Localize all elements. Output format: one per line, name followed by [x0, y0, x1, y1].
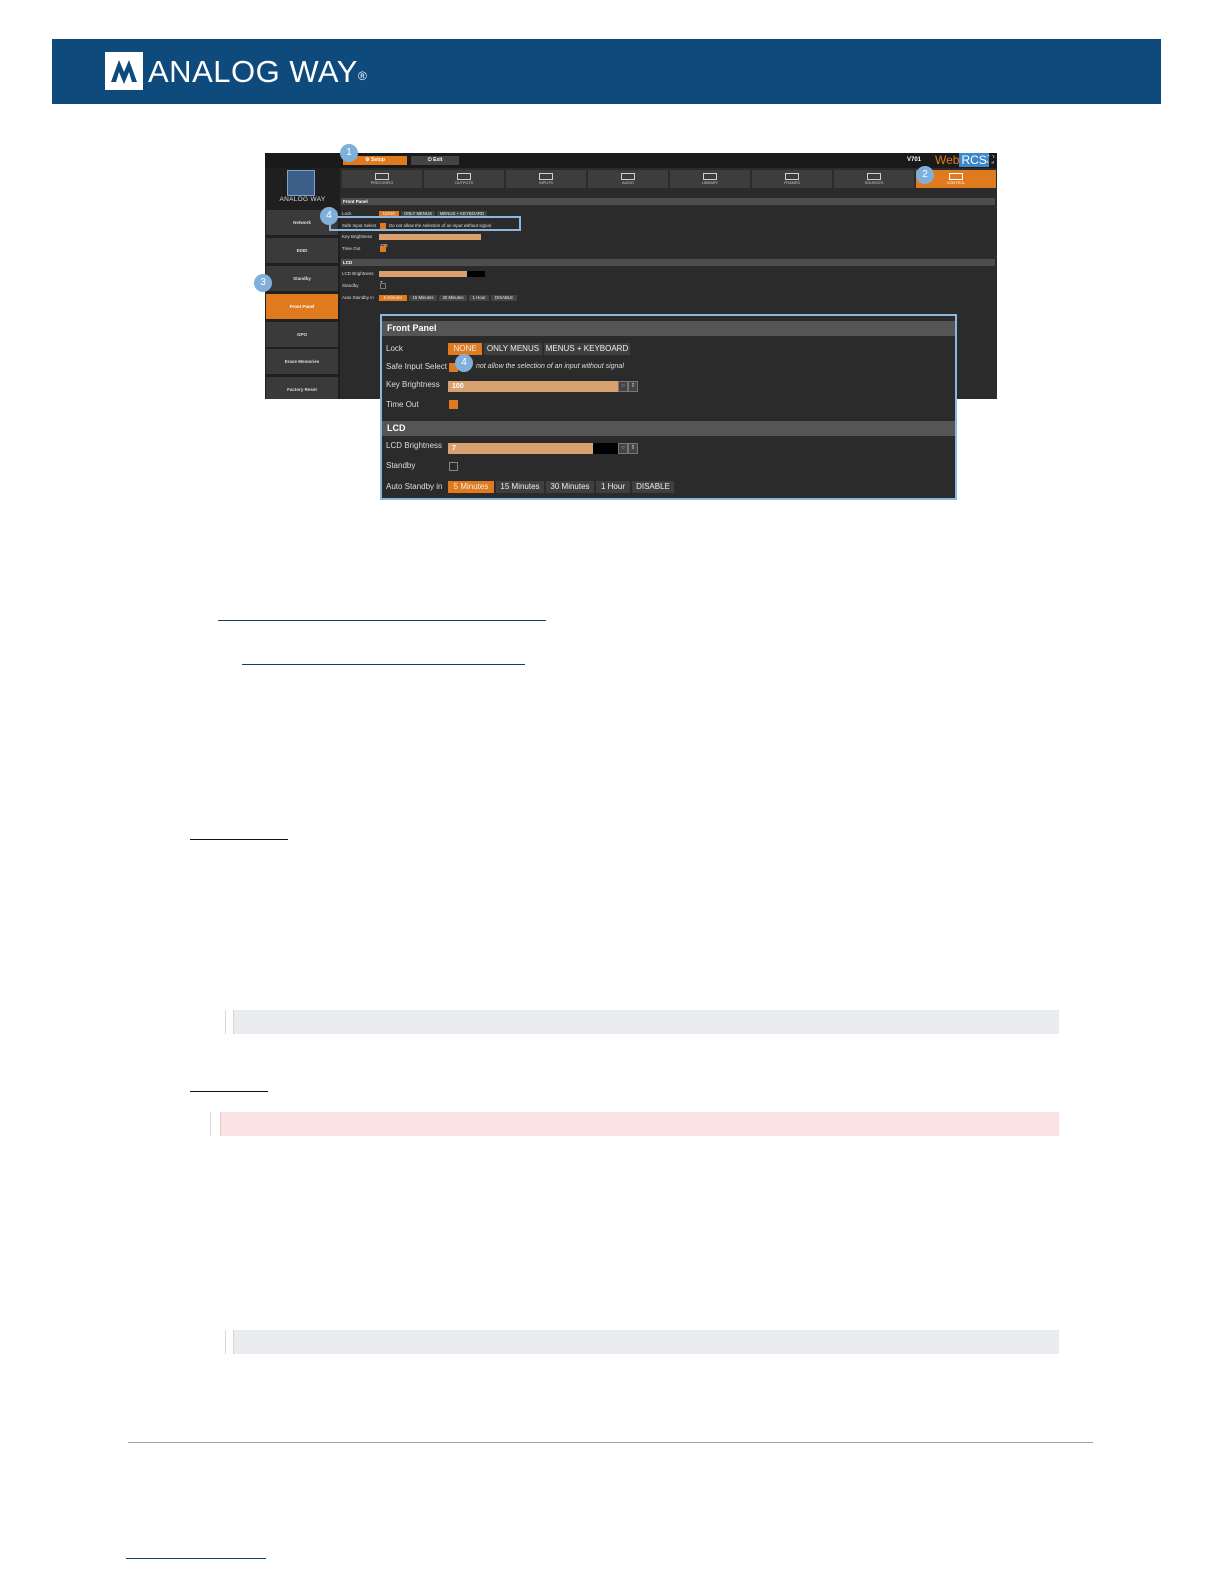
footer-divider — [128, 1442, 1093, 1443]
zoom-key-brightness-spinner-icon[interactable]: ⇕ — [628, 381, 638, 392]
fullscreen-icon[interactable]: ⛶ — [987, 154, 994, 167]
top-bar: ⚙ Setup ⏻ Exit V701 Web RCS ⛶ — [265, 153, 997, 168]
zoom-key-brightness-reset-icon[interactable]: ○ — [618, 381, 628, 392]
zoom-lcd-brightness-slider[interactable]: 7 — [448, 443, 593, 454]
auto-standby-15min-button[interactable]: 15 Minutes — [409, 295, 437, 301]
sidebar: ANALOG WAY Network EDID Standby Front Pa… — [265, 168, 340, 399]
inputs-icon — [539, 173, 553, 180]
zoom-key-brightness-label: Key Brightness — [386, 380, 440, 389]
exit-button[interactable]: ⏻ Exit — [411, 156, 459, 165]
sidebar-item-erase-memories[interactable]: Erase Memories — [266, 349, 338, 374]
header-banner: ANALOG WAY® — [52, 39, 1161, 104]
code-block-rule — [225, 1010, 226, 1034]
zoom-safe-input-hint: not allow the selection of an input with… — [476, 363, 624, 370]
timeout-label: Time Out — [342, 246, 361, 251]
safe-input-highlight — [329, 216, 521, 231]
zoom-lock-only-menus-button[interactable]: ONLY MENUS — [484, 343, 542, 355]
code-block — [233, 1330, 1059, 1354]
zoom-lcd-brightness-reset-icon[interactable]: ○ — [618, 443, 628, 454]
lcd-standby-label: Standby — [342, 283, 359, 288]
callout-3-badge: 3 — [254, 274, 272, 292]
tab-preconfig[interactable]: PRECONFIG — [342, 170, 422, 188]
version-label: V701 — [907, 157, 922, 163]
link-underline[interactable] — [242, 664, 525, 665]
tab-bar: PRECONFIG OUTPUTS INPUTS AUDIO LIBRARY F… — [340, 168, 997, 190]
tab-inputs[interactable]: INPUTS — [506, 170, 586, 188]
front-panel-section-header: Front Panel — [341, 198, 995, 205]
sidebar-item-gpo[interactable]: GPO — [266, 322, 338, 347]
zoom-timeout-checkbox[interactable] — [449, 400, 458, 409]
sources-icon — [867, 173, 881, 180]
analog-way-logo-icon — [105, 52, 143, 90]
audio-icon — [621, 173, 635, 180]
zoom-auto-standby-30min-button[interactable]: 30 Minutes — [546, 481, 594, 493]
gear-icon — [949, 173, 963, 180]
outputs-icon — [457, 173, 471, 180]
timeout-checkbox[interactable] — [380, 246, 386, 252]
tab-sources[interactable]: SOURCES — [834, 170, 914, 188]
zoom-lcd-standby-checkbox[interactable] — [449, 462, 458, 471]
zoom-timeout-label: Time Out — [386, 400, 419, 409]
footer-link-underline[interactable] — [126, 1558, 266, 1559]
auto-standby-disable-button[interactable]: DISABLE — [491, 295, 517, 301]
zoom-lcd-header: LCD — [382, 421, 955, 436]
zoom-lcd-brightness-label: LCD Brightness — [386, 441, 443, 450]
tab-frames[interactable]: FRAMES — [752, 170, 832, 188]
zoom-lock-menus-keyboard-button[interactable]: MENUS + KEYBOARD — [544, 343, 630, 355]
tab-outputs[interactable]: OUTPUTS — [424, 170, 504, 188]
sidebar-logo-icon — [287, 170, 315, 196]
callout-4-zoom-badge: 4 — [455, 354, 473, 372]
zoom-safe-input-label: Safe Input Select — [386, 362, 447, 371]
callout-1-badge: 1 — [340, 144, 358, 162]
auto-standby-30min-button[interactable]: 30 Minutes — [439, 295, 467, 301]
callout-2-badge: 2 — [916, 166, 934, 184]
link-underline[interactable] — [218, 620, 546, 621]
lcd-brightness-slider[interactable]: 7 — [379, 271, 467, 285]
library-icon — [703, 173, 717, 180]
tab-library[interactable]: LIBRARY — [670, 170, 750, 188]
sidebar-item-factory-reset[interactable]: Factory Reset — [266, 377, 338, 399]
sidebar-logo-text: ANALOG WAY — [279, 196, 326, 203]
auto-standby-5min-button[interactable]: 5 Minutes — [379, 295, 407, 301]
logo-text: ANALOG WAY® — [148, 54, 368, 89]
auto-standby-1hour-button[interactable]: 1 Hour — [469, 295, 489, 301]
sidebar-item-front-panel[interactable]: Front Panel — [266, 294, 338, 319]
warning-block-rule — [210, 1112, 211, 1136]
lcd-brightness-label: LCD Brightness — [342, 271, 374, 276]
sidebar-item-edid[interactable]: EDID — [266, 238, 338, 263]
auto-standby-label: Auto Standby in — [342, 295, 374, 300]
sidebar-item-standby[interactable]: Standby — [266, 266, 338, 291]
zoom-auto-standby-label: Auto Standby in — [386, 482, 443, 491]
zoom-lcd-brightness-spinner-icon[interactable]: ⇕ — [628, 443, 638, 454]
zoom-detail-panel: Front Panel Lock NONE ONLY MENUS MENUS +… — [380, 314, 957, 500]
zoom-auto-standby-disable-button[interactable]: DISABLE — [632, 481, 674, 493]
preconfig-icon — [375, 173, 389, 180]
zoom-key-brightness-slider[interactable]: 100 — [448, 381, 618, 392]
zoom-auto-standby-1hour-button[interactable]: 1 Hour — [596, 481, 630, 493]
heading-underline — [190, 839, 288, 840]
tab-audio[interactable]: AUDIO — [588, 170, 668, 188]
callout-4-badge: 4 — [320, 207, 338, 225]
lcd-brightness-track-end — [467, 271, 485, 277]
key-brightness-label: Key Brightness — [342, 234, 373, 239]
lcd-section-header: LCD — [341, 259, 995, 266]
key-brightness-slider[interactable]: 100 — [379, 234, 481, 248]
heading-underline — [190, 1091, 268, 1092]
webrcs-brand: Web RCS — [935, 153, 989, 167]
zoom-auto-standby-15min-button[interactable]: 15 Minutes — [496, 481, 544, 493]
code-block-rule — [225, 1330, 226, 1354]
code-block — [233, 1010, 1059, 1034]
zoom-lock-label: Lock — [386, 344, 403, 353]
zoom-auto-standby-5min-button[interactable]: 5 Minutes — [448, 481, 494, 493]
warning-block — [220, 1112, 1059, 1136]
zoom-lcd-brightness-track-end — [593, 443, 618, 454]
zoom-lcd-standby-label: Standby — [386, 461, 416, 470]
lcd-standby-checkbox[interactable] — [380, 283, 386, 289]
zoom-front-panel-header: Front Panel — [382, 321, 955, 336]
frames-icon — [785, 173, 799, 180]
